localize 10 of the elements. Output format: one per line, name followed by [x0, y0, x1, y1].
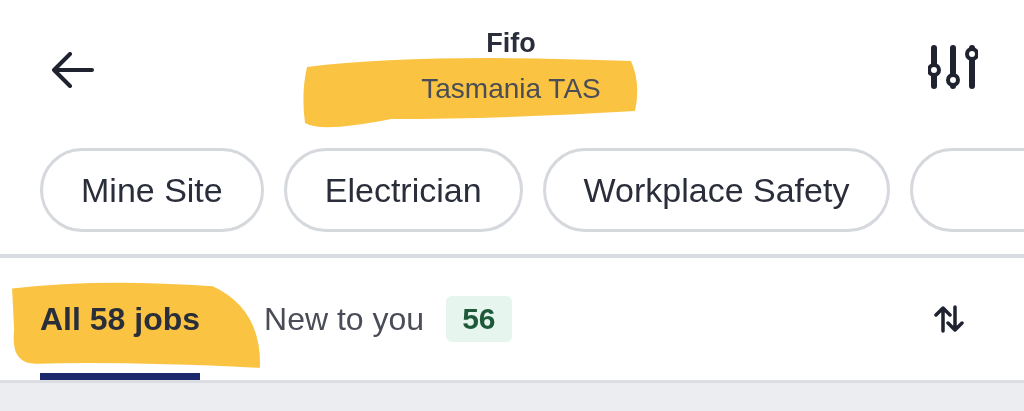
- count-badge: 56: [446, 296, 512, 342]
- filter-chip[interactable]: Mine Site: [40, 148, 264, 232]
- location-subtitle: Tasmania TAS: [421, 73, 601, 104]
- filter-icon[interactable]: [928, 44, 978, 90]
- sort-icon[interactable]: [934, 305, 964, 333]
- back-icon[interactable]: [50, 52, 94, 88]
- tab[interactable]: New to you: [264, 258, 425, 380]
- filter-chip[interactable]: Workplace Safety: [542, 148, 891, 232]
- page-title: Fifo: [486, 28, 536, 59]
- filter-chip[interactable]: Electrician: [283, 148, 523, 232]
